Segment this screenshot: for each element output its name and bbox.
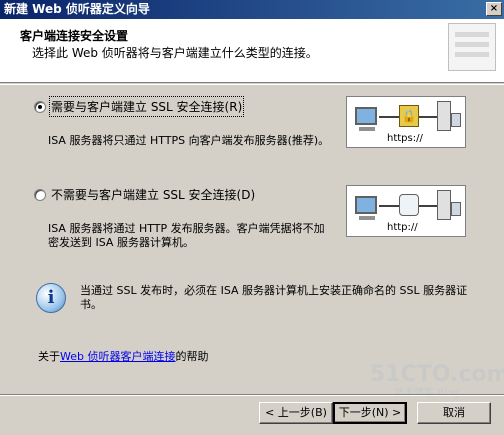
- server-icon: [437, 101, 451, 131]
- cancel-button[interactable]: 取消: [417, 402, 491, 424]
- help-link[interactable]: Web 侦听器客户端连接: [60, 350, 175, 363]
- help-prefix: 关于: [38, 350, 60, 363]
- server-icon: [437, 190, 451, 220]
- back-button[interactable]: < 上一步(B): [259, 402, 333, 424]
- radio-button-unchecked[interactable]: [34, 188, 46, 201]
- radio-require-ssl-label[interactable]: 需要与客户端建立 SSL 安全连接(R): [48, 96, 245, 117]
- no-ssl-description: ISA 服务器将通过 HTTP 发布服务器。客户端凭据将不加密发送到 ISA 服…: [48, 222, 325, 249]
- help-suffix: 的帮助: [175, 350, 209, 363]
- client-computer-icon: [355, 196, 377, 214]
- http-diagram: http://: [346, 185, 466, 237]
- radio-no-ssl-label[interactable]: 不需要与客户端建立 SSL 安全连接(D): [51, 186, 255, 203]
- help-line: 关于Web 侦听器客户端连接的帮助: [38, 348, 208, 364]
- window-titlebar: 新建 Web 侦听器定义向导 ×: [0, 0, 504, 19]
- https-diagram: 🔒 https://: [346, 96, 466, 148]
- watermark-sub: 技术博客 Blog: [394, 384, 459, 399]
- radio-require-ssl[interactable]: 需要与客户端建立 SSL 安全连接(R): [34, 96, 245, 117]
- info-icon: i: [36, 283, 66, 313]
- header-divider: [0, 84, 504, 85]
- require-ssl-description: ISA 服务器将只通过 HTTPS 向客户端发布服务器(推荐)。: [48, 134, 330, 147]
- window-title: 新建 Web 侦听器定义向导: [4, 2, 150, 16]
- open-connection-icon: [399, 194, 419, 216]
- page-subtitle: 选择此 Web 侦听器将与客户端建立什么类型的连接。: [32, 46, 318, 60]
- info-message: 当通过 SSL 发布时，必须在 ISA 服务器计算机上安装正确命名的 SSL 服…: [80, 284, 468, 311]
- radio-no-ssl[interactable]: 不需要与客户端建立 SSL 安全连接(D): [34, 186, 255, 203]
- radio-button-checked[interactable]: [34, 100, 46, 113]
- client-computer-icon: [355, 107, 377, 125]
- wizard-header-icon: [448, 23, 496, 71]
- page-title: 客户端连接安全设置: [20, 29, 129, 43]
- https-label: https://: [387, 133, 423, 144]
- lock-icon: 🔒: [399, 105, 419, 127]
- next-button[interactable]: 下一步(N) >: [333, 402, 407, 424]
- close-button[interactable]: ×: [486, 2, 502, 16]
- http-label: http://: [387, 222, 418, 233]
- wizard-header: 客户端连接安全设置 选择此 Web 侦听器将与客户端建立什么类型的连接。: [0, 19, 504, 83]
